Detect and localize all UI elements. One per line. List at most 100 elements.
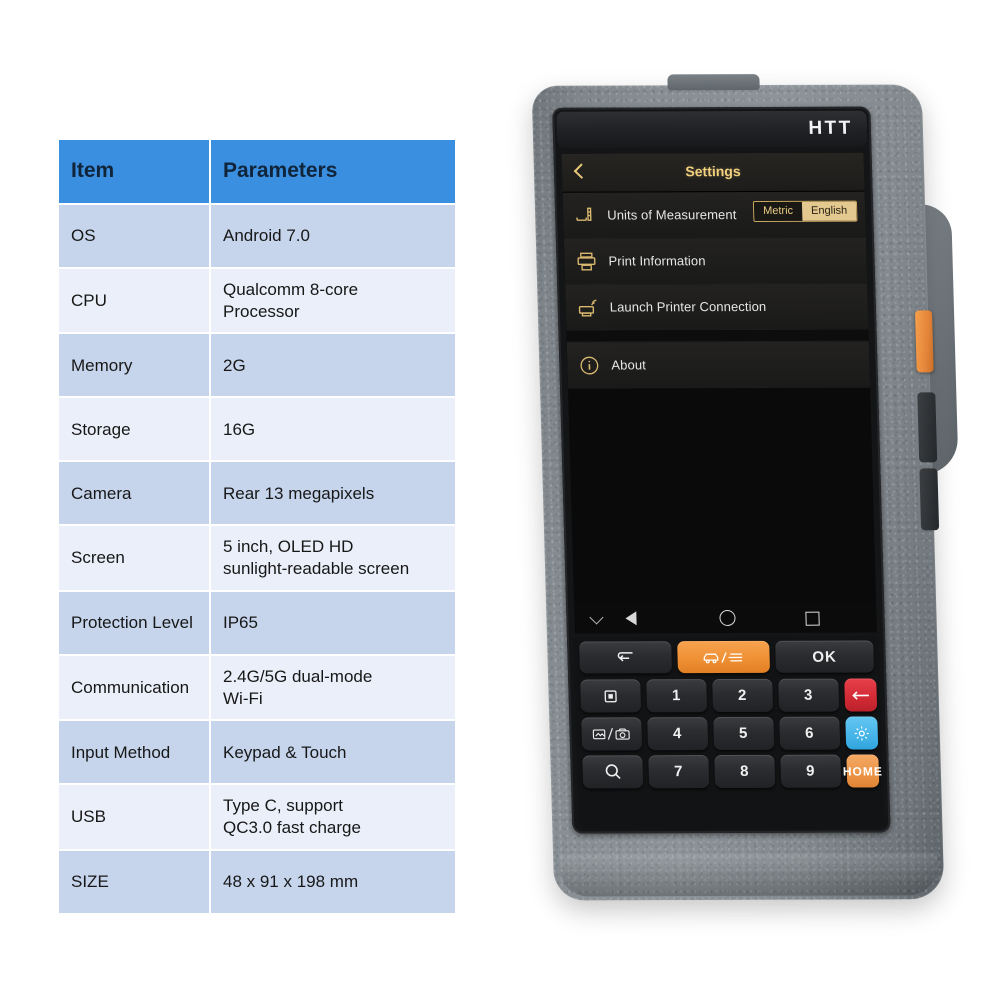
specification-table: Item Parameters OS Android 7.0 CPU Qualcomm… [57,138,457,915]
cell-line: 2.4G/5G dual-mode [223,666,373,686]
settings-group-divider [566,329,869,343]
cell-item: OS [59,204,209,267]
cell-line: Qualcomm 8-core [223,279,359,299]
settings-label-print-information: Print Information [608,253,706,269]
ruler-measure-icon [563,204,608,226]
cell-parameters: Type C, support QC3.0 fast charge [211,785,455,849]
key-1[interactable]: 1 [646,679,708,713]
physical-keypad: OK 1 2 3 4 5 6 7 8 9 HOME [572,636,885,830]
cell-line: Type C, support [223,796,344,816]
table-row: Protection Level IP65 [59,591,455,654]
stop-square-icon [602,688,618,704]
key-photo-switch[interactable] [581,717,643,751]
return-arrow-icon [614,649,636,665]
printer-wifi-icon [565,296,610,318]
settings-label-about: About [611,357,647,373]
table-row: Screen 5 inch, OLED HD sunlight-readable s… [59,526,455,590]
chevron-down-icon[interactable] [590,610,604,624]
brand-logo: HTT [808,117,854,139]
page-title: Settings [685,163,741,180]
cell-parameters: 48 x 91 x 198 mm [211,850,455,913]
cell-item: Protection Level [59,591,209,654]
cell-line: Rear 13 megapixels [223,483,375,503]
units-option-english[interactable]: English [801,201,857,221]
cell-line: 5 inch, OLED HD [223,537,354,557]
table-row: Communication 2.4G/5G dual-mode Wi-Fi [59,655,455,720]
android-navigation-bar [574,602,877,634]
app-bar: Settings [561,152,865,193]
cell-parameters: 2.4G/5G dual-mode Wi-Fi [211,655,455,720]
scan-trigger-button[interactable] [914,310,934,373]
table-row: CPU Qualcomm 8-core Processor [59,268,455,333]
units-option-metric[interactable]: Metric [753,201,803,222]
table-row: OS Android 7.0 [59,204,455,267]
settings-row-units[interactable]: Units of Measurement Metric English [562,191,866,239]
brand-strip: HTT [556,110,868,148]
key-backspace[interactable] [844,678,878,712]
key-settings[interactable] [845,716,879,750]
key-6[interactable]: 6 [779,716,841,750]
cell-line: Wi-Fi [223,688,263,708]
cell-item: Communication [59,655,209,720]
side-button-upper[interactable] [917,392,938,463]
printer-icon [564,250,609,272]
column-header-item: Item [59,140,209,203]
key-2[interactable]: 2 [712,678,774,713]
device-photo: HTT Settings Units of Measurement Metric… [505,60,1000,950]
units-toggle[interactable]: Metric English [752,200,858,223]
cell-parameters: Keypad & Touch [211,721,455,784]
cell-parameters: 5 inch, OLED HD sunlight-readable screen [211,526,455,590]
table-row: Memory 2G [59,334,455,397]
settings-row-printer-connection[interactable]: Launch Printer Connection [565,283,869,331]
key-9[interactable]: 9 [780,754,842,788]
table-row: Input Method Keypad & Touch [59,721,455,784]
cell-item: Storage [59,398,209,461]
cell-line: Processor [223,301,300,321]
key-stop[interactable] [580,679,642,713]
side-button-lower[interactable] [919,468,940,531]
table-row: SIZE 48 x 91 x 198 mm [59,850,455,913]
cell-line: 48 x 91 x 198 mm [223,872,359,891]
cell-parameters: 16G [211,398,455,461]
antenna-nub [667,74,760,91]
key-home[interactable]: HOME [843,754,883,788]
cell-line: IP65 [223,613,258,632]
key-8[interactable]: 8 [714,754,776,788]
key-search[interactable] [582,755,644,789]
key-7[interactable]: 7 [648,755,710,789]
square-recents-icon[interactable] [805,611,820,626]
key-return[interactable] [579,641,673,674]
settings-label-printer-connection: Launch Printer Connection [609,298,767,315]
key-vehicle-mode[interactable] [677,640,771,674]
key-4[interactable]: 4 [647,717,709,751]
device-display[interactable]: Settings Units of Measurement Metric Eng… [561,152,877,604]
circle-home-icon[interactable] [719,609,736,627]
cell-line: QC3.0 fast charge [223,818,361,838]
cell-parameters: Qualcomm 8-core Processor [211,268,455,333]
cell-parameters: Android 7.0 [211,204,455,267]
key-3[interactable]: 3 [778,678,840,712]
cell-item: SIZE [59,850,209,913]
settings-row-about[interactable]: About [566,341,871,389]
cell-item: Screen [59,526,209,590]
photo-camera-switch-icon [591,726,631,741]
table-header-row: Item Parameters [59,140,455,203]
cell-item: Memory [59,334,209,397]
cell-parameters: Rear 13 megapixels [211,462,455,525]
device-faceplate: HTT Settings Units of Measurement Metric… [552,106,891,834]
magnifier-icon [603,762,623,781]
triangle-back-icon[interactable] [636,610,648,626]
table-row: USB Type C, support QC3.0 fast charge [59,785,455,849]
cell-parameters: IP65 [211,591,455,654]
cell-item: USB [59,785,209,849]
key-ok[interactable]: OK [775,640,875,673]
settings-row-print-information[interactable]: Print Information [563,237,868,285]
cell-line: Android 7.0 [223,226,310,245]
vehicle-list-icon [702,648,744,665]
backspace-arrow-icon [851,689,871,701]
table-row: Storage 16G [59,398,455,461]
cell-item: CPU [59,268,209,333]
key-5[interactable]: 5 [713,716,775,751]
cell-item: Camera [59,462,209,525]
cell-line: 16G [223,419,256,439]
